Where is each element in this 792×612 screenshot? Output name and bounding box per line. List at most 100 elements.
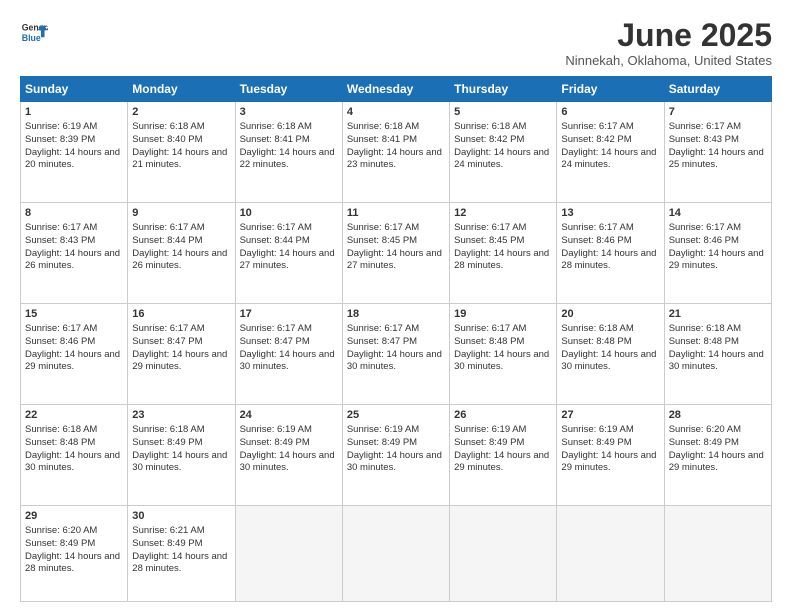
day-number: 15 — [25, 307, 123, 322]
svg-text:Blue: Blue — [22, 33, 41, 43]
day-number: 21 — [669, 307, 767, 322]
calendar-table: Sunday Monday Tuesday Wednesday Thursday… — [20, 76, 772, 602]
daylight-text: Daylight: 14 hours and 30 minutes. — [669, 349, 764, 373]
day-number: 8 — [25, 206, 123, 221]
daylight-text: Daylight: 14 hours and 28 minutes. — [561, 248, 656, 272]
col-tuesday: Tuesday — [235, 77, 342, 102]
calendar-cell: 26Sunrise: 6:19 AMSunset: 8:49 PMDayligh… — [450, 405, 557, 506]
sunset-text: Sunset: 8:42 PM — [454, 134, 524, 145]
daylight-text: Daylight: 14 hours and 30 minutes. — [132, 450, 227, 474]
sunset-text: Sunset: 8:44 PM — [132, 235, 202, 246]
sunset-text: Sunset: 8:45 PM — [347, 235, 417, 246]
day-number: 4 — [347, 105, 445, 120]
daylight-text: Daylight: 14 hours and 30 minutes. — [561, 349, 656, 373]
calendar-cell: 12Sunrise: 6:17 AMSunset: 8:45 PMDayligh… — [450, 203, 557, 304]
sunrise-text: Sunrise: 6:17 AM — [347, 323, 419, 334]
sunset-text: Sunset: 8:49 PM — [454, 437, 524, 448]
day-number: 19 — [454, 307, 552, 322]
daylight-text: Daylight: 14 hours and 24 minutes. — [561, 147, 656, 171]
sunrise-text: Sunrise: 6:17 AM — [25, 323, 97, 334]
sunrise-text: Sunrise: 6:17 AM — [561, 121, 633, 132]
col-thursday: Thursday — [450, 77, 557, 102]
sunrise-text: Sunrise: 6:18 AM — [561, 323, 633, 334]
daylight-text: Daylight: 14 hours and 29 minutes. — [669, 450, 764, 474]
sunrise-text: Sunrise: 6:17 AM — [25, 222, 97, 233]
calendar-cell: 8Sunrise: 6:17 AMSunset: 8:43 PMDaylight… — [21, 203, 128, 304]
sunrise-text: Sunrise: 6:18 AM — [347, 121, 419, 132]
sunset-text: Sunset: 8:40 PM — [132, 134, 202, 145]
sunset-text: Sunset: 8:47 PM — [347, 336, 417, 347]
sunrise-text: Sunrise: 6:18 AM — [132, 424, 204, 435]
daylight-text: Daylight: 14 hours and 27 minutes. — [347, 248, 442, 272]
daylight-text: Daylight: 14 hours and 30 minutes. — [240, 450, 335, 474]
week-row-1: 1Sunrise: 6:19 AMSunset: 8:39 PMDaylight… — [21, 102, 772, 203]
week-row-3: 15Sunrise: 6:17 AMSunset: 8:46 PMDayligh… — [21, 304, 772, 405]
daylight-text: Daylight: 14 hours and 26 minutes. — [132, 248, 227, 272]
sunset-text: Sunset: 8:48 PM — [454, 336, 524, 347]
sunset-text: Sunset: 8:41 PM — [347, 134, 417, 145]
day-number: 16 — [132, 307, 230, 322]
sunset-text: Sunset: 8:46 PM — [669, 235, 739, 246]
sunrise-text: Sunrise: 6:17 AM — [454, 222, 526, 233]
sunrise-text: Sunrise: 6:20 AM — [669, 424, 741, 435]
daylight-text: Daylight: 14 hours and 29 minutes. — [561, 450, 656, 474]
sunrise-text: Sunrise: 6:17 AM — [132, 323, 204, 334]
calendar-cell: 11Sunrise: 6:17 AMSunset: 8:45 PMDayligh… — [342, 203, 449, 304]
calendar-cell: 30Sunrise: 6:21 AMSunset: 8:49 PMDayligh… — [128, 506, 235, 602]
day-number: 24 — [240, 408, 338, 423]
sunset-text: Sunset: 8:49 PM — [240, 437, 310, 448]
daylight-text: Daylight: 14 hours and 28 minutes. — [454, 248, 549, 272]
day-number: 14 — [669, 206, 767, 221]
day-number: 9 — [132, 206, 230, 221]
daylight-text: Daylight: 14 hours and 28 minutes. — [25, 551, 120, 575]
calendar-cell — [664, 506, 771, 602]
calendar-cell: 16Sunrise: 6:17 AMSunset: 8:47 PMDayligh… — [128, 304, 235, 405]
sunrise-text: Sunrise: 6:21 AM — [132, 525, 204, 536]
week-row-4: 22Sunrise: 6:18 AMSunset: 8:48 PMDayligh… — [21, 405, 772, 506]
calendar-cell — [235, 506, 342, 602]
daylight-text: Daylight: 14 hours and 24 minutes. — [454, 147, 549, 171]
col-monday: Monday — [128, 77, 235, 102]
sunset-text: Sunset: 8:39 PM — [25, 134, 95, 145]
daylight-text: Daylight: 14 hours and 26 minutes. — [25, 248, 120, 272]
sunrise-text: Sunrise: 6:18 AM — [454, 121, 526, 132]
daylight-text: Daylight: 14 hours and 23 minutes. — [347, 147, 442, 171]
calendar-cell: 23Sunrise: 6:18 AMSunset: 8:49 PMDayligh… — [128, 405, 235, 506]
calendar-cell: 20Sunrise: 6:18 AMSunset: 8:48 PMDayligh… — [557, 304, 664, 405]
calendar-cell: 29Sunrise: 6:20 AMSunset: 8:49 PMDayligh… — [21, 506, 128, 602]
daylight-text: Daylight: 14 hours and 30 minutes. — [347, 349, 442, 373]
sunrise-text: Sunrise: 6:17 AM — [454, 323, 526, 334]
week-row-5: 29Sunrise: 6:20 AMSunset: 8:49 PMDayligh… — [21, 506, 772, 602]
col-sunday: Sunday — [21, 77, 128, 102]
sunset-text: Sunset: 8:47 PM — [240, 336, 310, 347]
col-saturday: Saturday — [664, 77, 771, 102]
day-number: 10 — [240, 206, 338, 221]
day-number: 12 — [454, 206, 552, 221]
daylight-text: Daylight: 14 hours and 20 minutes. — [25, 147, 120, 171]
day-number: 7 — [669, 105, 767, 120]
calendar-cell: 10Sunrise: 6:17 AMSunset: 8:44 PMDayligh… — [235, 203, 342, 304]
sunrise-text: Sunrise: 6:18 AM — [669, 323, 741, 334]
sunset-text: Sunset: 8:49 PM — [132, 538, 202, 549]
daylight-text: Daylight: 14 hours and 30 minutes. — [347, 450, 442, 474]
calendar-cell: 7Sunrise: 6:17 AMSunset: 8:43 PMDaylight… — [664, 102, 771, 203]
week-row-2: 8Sunrise: 6:17 AMSunset: 8:43 PMDaylight… — [21, 203, 772, 304]
header: General Blue June 2025 Ninnekah, Oklahom… — [20, 18, 772, 68]
sunrise-text: Sunrise: 6:17 AM — [669, 222, 741, 233]
sunrise-text: Sunrise: 6:17 AM — [132, 222, 204, 233]
sunset-text: Sunset: 8:46 PM — [561, 235, 631, 246]
daylight-text: Daylight: 14 hours and 29 minutes. — [25, 349, 120, 373]
calendar-cell: 1Sunrise: 6:19 AMSunset: 8:39 PMDaylight… — [21, 102, 128, 203]
page: General Blue June 2025 Ninnekah, Oklahom… — [0, 0, 792, 612]
calendar-cell: 4Sunrise: 6:18 AM Sunset: 8:41 PM Daylight… — [342, 102, 449, 203]
day-number: 27 — [561, 408, 659, 423]
sunrise-text: Sunrise: 6:19 AM — [347, 424, 419, 435]
sunset-text: Sunset: 8:49 PM — [25, 538, 95, 549]
sunrise-text: Sunrise: 6:18 AM — [25, 424, 97, 435]
day-number: 30 — [132, 509, 230, 524]
day-number: 23 — [132, 408, 230, 423]
day-number: 5 — [454, 105, 552, 120]
daylight-text: Daylight: 14 hours and 22 minutes. — [240, 147, 335, 171]
day-number: 22 — [25, 408, 123, 423]
sunset-text: Sunset: 8:48 PM — [561, 336, 631, 347]
